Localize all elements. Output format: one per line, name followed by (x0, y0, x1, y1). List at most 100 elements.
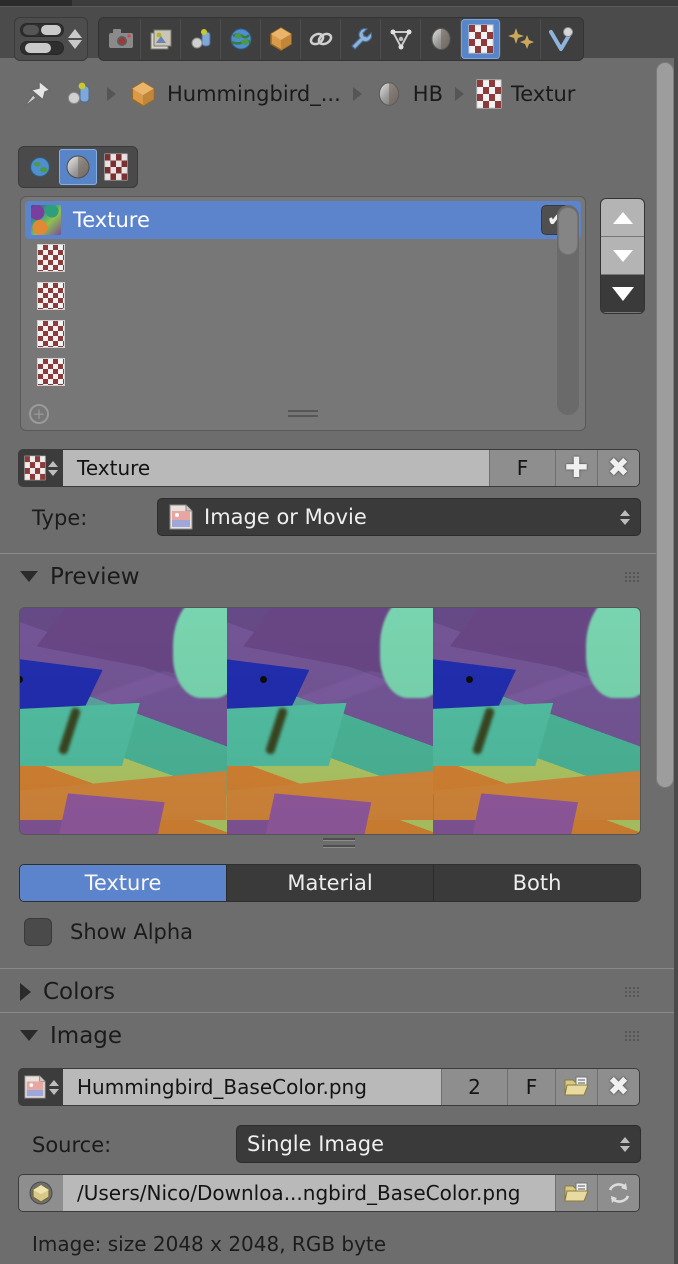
list-item[interactable] (31, 353, 585, 391)
source-label: Source: (32, 1133, 111, 1157)
list-item[interactable] (31, 277, 585, 315)
image-filepath-row: /Users/Nico/Downloa...ngbird_BaseColor.p… (18, 1174, 640, 1212)
tab-texture-preview[interactable]: Texture (20, 865, 227, 901)
add-texture-slot-button[interactable]: + (29, 404, 49, 424)
preview-panel-title: Preview (50, 564, 140, 590)
image-source-value: Single Image (247, 1132, 384, 1156)
list-scrollbar-thumb[interactable] (558, 207, 578, 255)
show-alpha-row[interactable]: Show Alpha (24, 918, 193, 946)
list-item[interactable] (31, 315, 585, 353)
datablock-browse-arrows[interactable] (49, 1080, 59, 1095)
chevron-up-icon (620, 1137, 630, 1143)
packed-file-button[interactable] (19, 1175, 63, 1211)
image-name-field[interactable]: Hummingbird_BaseColor.png (63, 1069, 441, 1105)
chevron-down-icon (620, 519, 630, 525)
context-button-texture[interactable] (97, 149, 135, 185)
editor-spin-arrows[interactable] (68, 29, 82, 49)
list-item[interactable] (31, 239, 585, 277)
texture-thumbnail (31, 205, 61, 235)
image-fake-user-button[interactable]: F (507, 1069, 555, 1105)
texture-datablock-icon-button[interactable] (19, 450, 63, 486)
list-item[interactable]: Texture ✔ (25, 201, 581, 239)
new-texture-button[interactable]: ✚ (555, 450, 597, 486)
image-panel-header[interactable]: Image (0, 1012, 678, 1058)
packed-file-icon (27, 1180, 55, 1206)
property-tab-bar (98, 17, 584, 61)
texture-type-dropdown[interactable]: Image or Movie (157, 498, 641, 536)
image-source-dropdown[interactable]: Single Image (236, 1125, 641, 1163)
context-button-material[interactable] (59, 149, 97, 185)
datablock-browse-arrows[interactable] (48, 461, 58, 476)
tab-material[interactable] (421, 19, 461, 59)
tab-constraints[interactable] (301, 19, 341, 59)
move-slot-down-button[interactable] (601, 237, 644, 275)
image-users-count[interactable]: 2 (441, 1069, 507, 1105)
preview-panel-header[interactable]: Preview (0, 553, 678, 599)
physics-icon (547, 25, 575, 53)
chain-link-icon (307, 25, 335, 53)
texture-fake-user-button[interactable]: F (489, 450, 555, 486)
preview-resize-grip[interactable] (323, 838, 355, 852)
tab-render[interactable] (101, 19, 141, 59)
preview-tile (20, 608, 227, 834)
chevron-down-icon (612, 287, 634, 301)
list-resize-grip[interactable] (288, 410, 318, 420)
properties-header-bar (0, 6, 678, 58)
tab-physics[interactable] (541, 19, 581, 59)
texture-datablock-row: Texture F ✚ ✖ (18, 449, 640, 487)
browse-filepath-button[interactable] (555, 1175, 597, 1211)
colors-panel-title: Colors (43, 979, 115, 1005)
unlink-image-button[interactable]: ✖ (597, 1069, 639, 1105)
tab-both-preview[interactable]: Both (434, 865, 640, 901)
breadcrumb-texture[interactable]: Textur (511, 82, 575, 106)
texture-checker-icon (468, 24, 494, 54)
image-filepath-field[interactable]: /Users/Nico/Downloa...ngbird_BaseColor.p… (63, 1175, 555, 1211)
preview-tile (433, 608, 640, 834)
tab-particles[interactable] (501, 19, 541, 59)
triangle-right-icon (20, 983, 31, 1001)
chevron-up-icon (620, 510, 630, 516)
breadcrumb-object[interactable]: Hummingbird_... (167, 82, 341, 106)
editor-type-selector[interactable] (14, 17, 88, 61)
tab-object-data[interactable] (381, 19, 421, 59)
tab-render-layers[interactable] (141, 19, 181, 59)
unlink-texture-button[interactable]: ✖ (597, 450, 639, 486)
show-alpha-checkbox[interactable] (24, 918, 52, 946)
texture-checker-icon (104, 153, 128, 181)
chevron-up-icon (48, 461, 58, 467)
tab-material-preview[interactable]: Material (227, 865, 434, 901)
pin-icon[interactable] (20, 77, 54, 111)
texture-checker-icon (476, 79, 502, 109)
reload-icon (606, 1181, 632, 1205)
mesh-data-icon (387, 25, 415, 53)
breadcrumb-arrow-1 (107, 87, 116, 101)
tab-object[interactable] (261, 19, 301, 59)
chevron-up-icon (49, 1080, 59, 1086)
tab-world[interactable] (221, 19, 261, 59)
colors-panel-header[interactable]: Colors (0, 968, 678, 1014)
texture-checker-icon (24, 455, 46, 481)
properties-scrollbar[interactable] (656, 62, 674, 788)
tab-modifiers[interactable] (341, 19, 381, 59)
arrow-up-icon (613, 212, 633, 224)
tab-texture[interactable] (461, 19, 501, 59)
reload-image-button[interactable] (597, 1175, 639, 1211)
image-panel-title: Image (50, 1023, 122, 1049)
breadcrumb-material[interactable]: HB (413, 82, 443, 106)
particles-icon (507, 25, 535, 53)
context-button-world[interactable] (21, 149, 59, 185)
slot-specials-button[interactable] (601, 275, 644, 313)
tab-scene[interactable] (181, 19, 221, 59)
texture-name-field[interactable]: Texture (63, 450, 489, 486)
chevron-down-icon (68, 40, 82, 49)
panel-grip-icon (624, 571, 640, 583)
list-nav-buttons (600, 198, 645, 314)
close-icon: ✖ (608, 455, 630, 481)
image-datablock-row: Hummingbird_BaseColor.png 2 F ✖ (18, 1068, 640, 1106)
open-image-button[interactable] (555, 1069, 597, 1105)
move-slot-up-button[interactable] (601, 199, 644, 237)
list-scrollbar[interactable] (557, 205, 579, 415)
material-sphere-icon (374, 79, 404, 109)
image-datablock-icon-button[interactable] (19, 1069, 63, 1105)
texture-slot-list[interactable]: Texture ✔ + (20, 196, 586, 431)
